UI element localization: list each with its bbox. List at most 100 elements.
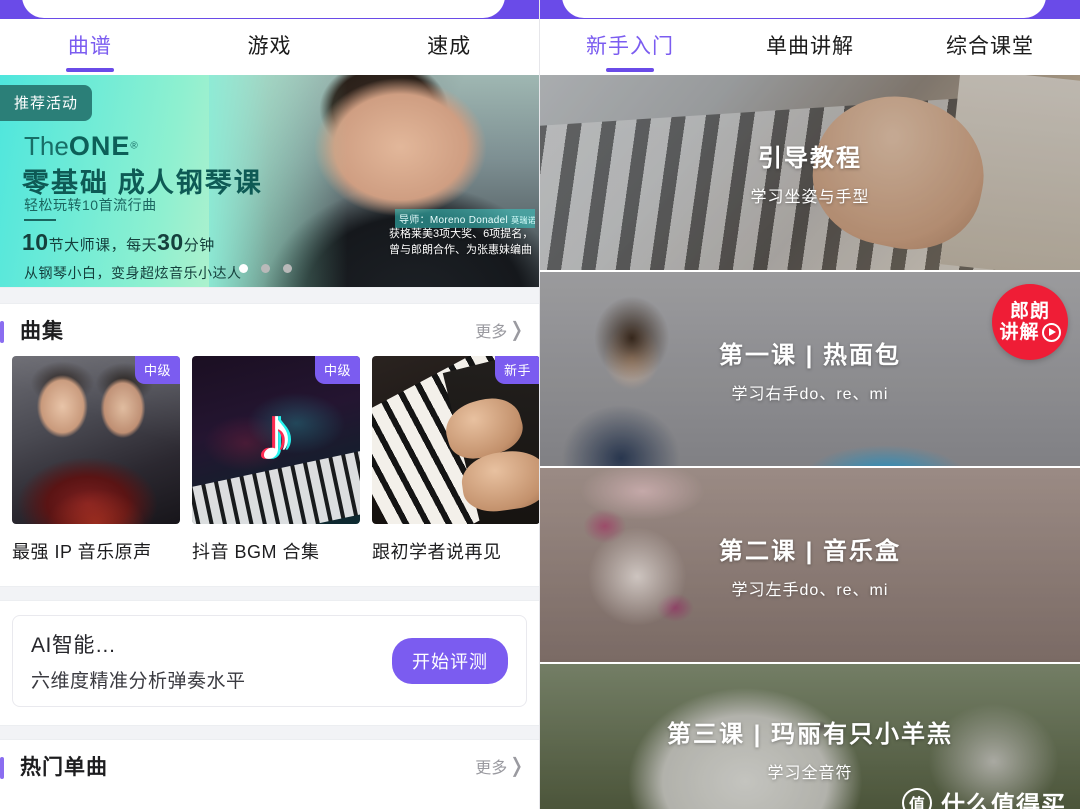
lesson-list: 引导教程 学习坐姿与手型 郎朗 讲解 第一课 | 热面包 学习右手do、re、m… (540, 75, 1080, 809)
collection-more-label: 更多 (475, 324, 508, 341)
chevron-right-icon: ❭ (508, 755, 525, 777)
left-panel: 曲谱 游戏 速成 推荐活动 TheONE® 零基础 成人钢琴课 轻松玩转10首流… (0, 0, 540, 809)
ai-section: AI智能… 六维度精准分析弹奏水平 开始评测 (0, 601, 539, 725)
card-level-badge: 新手 (494, 356, 539, 384)
left-tab-bar: 曲谱 游戏 速成 (0, 19, 539, 75)
carousel-dot-2[interactable] (261, 264, 270, 273)
tab-label: 速成 (427, 35, 472, 58)
ai-card-texts: AI智能… 六维度精准分析弹奏水平 (31, 629, 246, 693)
lesson-title: 第三课 | 玛丽有只小羊羔 (666, 720, 954, 748)
tab-label: 综合课堂 (946, 35, 1034, 58)
search-input[interactable] (22, 0, 505, 18)
card-title: 最强 IP 音乐原声 (12, 542, 152, 562)
registered-icon: ® (130, 140, 138, 152)
right-topbar (540, 0, 1080, 19)
card-thumbnail: 中级 (12, 356, 180, 524)
tab-youxi[interactable]: 游戏 (180, 19, 360, 75)
carousel-dots (239, 264, 292, 273)
hot-title: 热门单曲 (20, 756, 108, 779)
tab-danqu-jiangjie[interactable]: 单曲讲解 (720, 19, 900, 75)
lesson-subtitle: 学习坐姿与手型 (750, 189, 870, 206)
tab-zonghe-ketang[interactable]: 综合课堂 (900, 19, 1080, 75)
lesson-subtitle: 学习左手do、re、mi (731, 581, 889, 599)
promo-banner[interactable]: 推荐活动 TheONE® 零基础 成人钢琴课 轻松玩转10首流行曲 10节大师课… (0, 75, 539, 287)
mentor-description: 获格莱美3项大奖、6项提名， 曾与郎朗合作、为张惠妹编曲 (389, 227, 535, 259)
badge-line-2-text: 讲解 (999, 321, 1040, 343)
collection-title: 曲集 (20, 320, 64, 343)
section-accent-bar (0, 757, 4, 779)
card-title: 跟初学者说再见 (372, 542, 502, 562)
section-separator (0, 586, 539, 601)
hot-section-header: 热门单曲 更多 ❭ (0, 740, 539, 792)
collection-section-header: 曲集 更多 ❭ (0, 304, 539, 356)
right-tab-bar: 新手入门 单曲讲解 综合课堂 (540, 19, 1080, 75)
brand-one-text: ONE (68, 131, 131, 161)
course-minutes-suffix: 分钟 (183, 237, 215, 254)
lesson-card[interactable]: 郎朗 讲解 第一课 | 热面包 学习右手do、re、mi (540, 272, 1080, 468)
brand-the-text: The (24, 131, 69, 161)
mentor-description-line1: 获格莱美3项大奖、6项提名， (389, 228, 534, 240)
tab-label: 单曲讲解 (766, 35, 854, 58)
mentor-description-line2: 曾与郎朗合作、为张惠妹编曲 (389, 243, 532, 256)
section-separator (0, 725, 539, 740)
mentor-caption: 导师：Moreno Donadel 莫瑞诺·多纳德 (395, 209, 535, 228)
brand-logo: TheONE® (24, 131, 138, 162)
card-level-badge: 中级 (134, 356, 180, 384)
collection-card-list: 中级 最强 IP 音乐原声 ♪ 中级 抖音 BGM 合集 新手 跟初学者说再见 (0, 356, 539, 564)
banner-course-line: 10节大师课，每天30分钟 (22, 229, 215, 256)
lesson-card[interactable]: 第二课 | 音乐盒 学习左手do、re、mi (540, 468, 1080, 664)
start-assessment-button[interactable]: 开始评测 (392, 638, 508, 684)
watermark-text: 什么值得买 (941, 792, 1066, 809)
lesson-subtitle: 学习全音符 (767, 764, 853, 782)
collection-card[interactable]: ♪ 中级 抖音 BGM 合集 (192, 356, 360, 564)
badge-line-1: 郎朗 (1009, 300, 1050, 322)
mentor-name: Moreno Donadel (429, 215, 509, 226)
hot-more-label: 更多 (475, 760, 508, 777)
right-panel: 新手入门 单曲讲解 综合课堂 引导教程 学习坐姿与手型 郎朗 讲解 第一课 | … (540, 0, 1080, 809)
course-count: 10 (22, 229, 49, 255)
music-note-icon: ♪ (256, 389, 296, 478)
lesson-title: 第二课 | 音乐盒 (718, 537, 902, 565)
search-input[interactable] (562, 0, 1046, 18)
watermark-logo-icon: 值 (902, 787, 932, 809)
card-thumbnail: ♪ 中级 (192, 356, 360, 524)
activity-badge: 推荐活动 (0, 85, 93, 121)
course-minutes: 30 (157, 229, 184, 255)
collection-more-link[interactable]: 更多 ❭ (475, 318, 525, 342)
lesson-card[interactable]: 第三课 | 玛丽有只小羊羔 学习全音符 值 什么值得买 (540, 664, 1080, 809)
tab-label: 游戏 (247, 35, 292, 58)
left-topbar (0, 0, 539, 19)
langlang-explain-badge[interactable]: 郎朗 讲解 (992, 284, 1068, 360)
badge-line-2: 讲解 (999, 321, 1061, 343)
carousel-dot-1[interactable] (239, 264, 248, 273)
tab-label: 新手入门 (586, 35, 674, 58)
lesson-title: 引导教程 (758, 145, 862, 172)
course-count-suffix: 节大师课，每天 (48, 237, 158, 254)
lesson-subtitle: 学习右手do、re、mi (731, 385, 889, 403)
tab-sucheng[interactable]: 速成 (359, 19, 539, 75)
chevron-right-icon: ❭ (508, 319, 525, 341)
section-separator (0, 287, 539, 304)
ai-card-subtitle: 六维度精准分析弹奏水平 (31, 671, 246, 692)
play-circle-icon (1041, 322, 1061, 342)
banner-divider (24, 219, 56, 221)
site-watermark: 值 什么值得买 (902, 785, 1066, 809)
mentor-label: 导师： (399, 215, 430, 226)
app-screen: 曲谱 游戏 速成 推荐活动 TheONE® 零基础 成人钢琴课 轻松玩转10首流… (0, 0, 1080, 809)
lesson-card[interactable]: 引导教程 学习坐姿与手型 (540, 75, 1080, 272)
section-accent-bar (0, 321, 4, 343)
carousel-dot-3[interactable] (283, 264, 292, 273)
card-level-badge: 中级 (314, 356, 360, 384)
card-thumbnail: 新手 (372, 356, 539, 524)
collection-card[interactable]: 新手 跟初学者说再见 (372, 356, 539, 564)
lesson-title: 第一课 | 热面包 (718, 341, 902, 369)
ai-card-title: AI智能… (31, 634, 117, 657)
collection-card[interactable]: 中级 最强 IP 音乐原声 (12, 356, 180, 564)
tab-xinshou-rumen[interactable]: 新手入门 (540, 19, 720, 75)
hot-more-link[interactable]: 更多 ❭ (475, 754, 525, 778)
ai-assessment-card[interactable]: AI智能… 六维度精准分析弹奏水平 开始评测 (12, 615, 527, 707)
tab-label: 曲谱 (67, 35, 112, 58)
tab-qupu[interactable]: 曲谱 (0, 19, 180, 75)
banner-footer-line: 从钢琴小白，变身超炫音乐小达人 (24, 265, 242, 281)
card-title: 抖音 BGM 合集 (192, 542, 320, 562)
